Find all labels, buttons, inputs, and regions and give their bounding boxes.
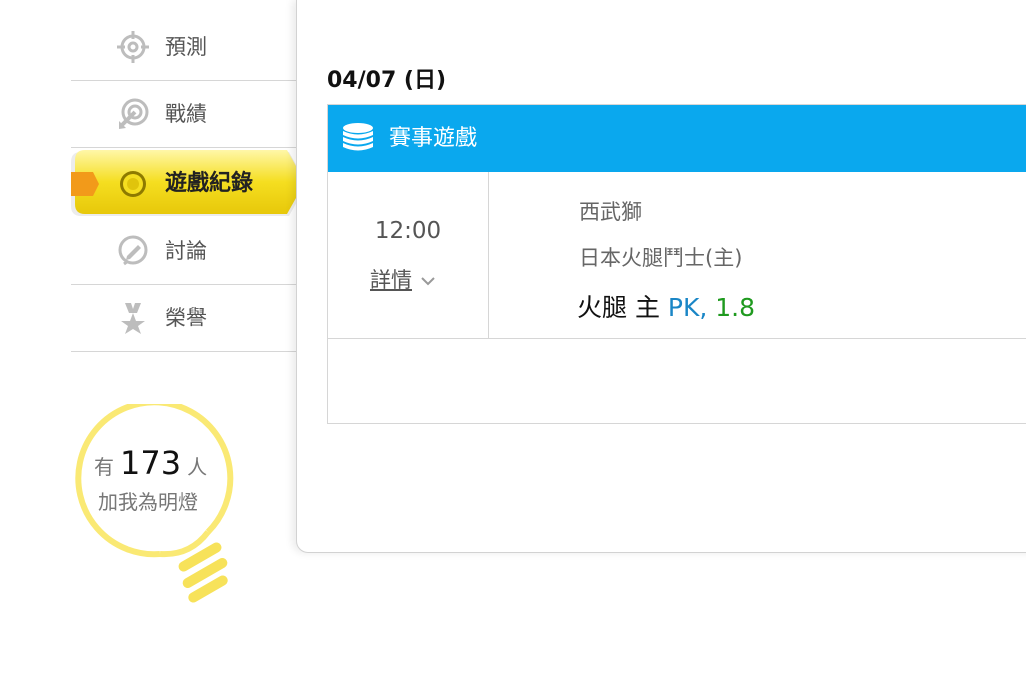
match-info-cell: 西武獅 日本火腿鬥士(主) 火腿 主 PK, 1.8 (489, 172, 1026, 339)
sidebar: 預測 戰績 遊戲紀錄 討論 榮譽 有 173 人 加我為明燈 (0, 0, 307, 674)
time-cell: 12:00 詳情 (328, 172, 489, 339)
nav-label-honor: 榮譽 (165, 306, 207, 330)
date-heading: 04/07 (日) (327, 68, 447, 93)
chat-pencil-icon (118, 235, 148, 266)
details-toggle[interactable]: 詳情 (370, 264, 436, 294)
chevron-down-icon (421, 277, 435, 286)
nav-label-game-log: 遊戲紀錄 (165, 171, 254, 196)
nav-label-discussion: 討論 (165, 239, 207, 263)
fans-caption: 加我為明燈 (98, 490, 198, 514)
target-arrow-icon (119, 98, 149, 129)
nav-label-record: 戰績 (165, 102, 207, 126)
fans-prefix: 有 (94, 455, 114, 479)
nav-item-honor[interactable]: 榮譽 (71, 285, 297, 352)
fans-count: 173 (120, 444, 182, 482)
game-time: 12:00 (374, 218, 442, 244)
nav-label-predict: 預測 (165, 35, 207, 59)
card-header-title: 賽事遊戲 (389, 126, 478, 151)
fans-count-line: 有 173 人 (94, 444, 207, 482)
team-away: 西武獅 (579, 200, 642, 224)
main-panel: 04/07 (日) 賽事遊戲 12:00 詳情 西武獅 日本火腿鬥士(主) 火腿… (296, 0, 1026, 553)
nav-item-game-log[interactable]: 遊戲紀錄 (71, 146, 311, 222)
nav-item-discussion[interactable]: 討論 (71, 218, 297, 285)
details-label: 詳情 (370, 268, 412, 292)
pick-type: PK, (667, 293, 708, 322)
nav-item-predict[interactable]: 預測 (71, 14, 297, 81)
pick-summary: 火腿 主 PK, 1.8 (577, 288, 755, 324)
team-home: 日本火腿鬥士(主) (579, 246, 743, 270)
crosshair-icon (117, 31, 149, 63)
coin-stack-icon (343, 123, 373, 151)
medal-star-icon (121, 303, 145, 334)
fans-counter: 有 173 人 加我為明燈 (72, 404, 242, 614)
pick-odds: 1.8 (715, 293, 756, 322)
nav-item-record[interactable]: 戰績 (71, 81, 297, 148)
card-header: 賽事遊戲 (328, 105, 1026, 172)
fans-suffix: 人 (187, 455, 208, 479)
game-card: 賽事遊戲 12:00 詳情 西武獅 日本火腿鬥士(主) 火腿 主 PK, 1.8 (327, 104, 1026, 424)
pick-team: 火腿 主 (577, 293, 660, 322)
ring-icon (120, 171, 146, 197)
